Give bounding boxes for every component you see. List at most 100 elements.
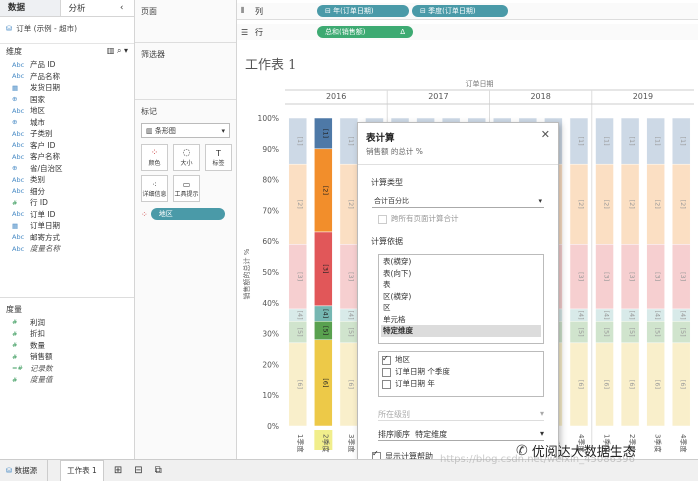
segment-label: [4]: [577, 311, 585, 320]
year-pill[interactable]: ⊟ 年(订单日期): [317, 5, 409, 17]
y-tick-label: 50%: [262, 268, 279, 277]
sales-pill[interactable]: 总和(销售额) Δ: [317, 26, 413, 38]
size-button[interactable]: ◌ 大小: [173, 144, 200, 171]
segment-label: [2]: [296, 200, 304, 209]
compute-option[interactable]: 表: [381, 279, 541, 291]
dim-field[interactable]: Abc 产品 ID: [0, 59, 134, 71]
dim-field[interactable]: Abc 子类别: [0, 128, 134, 140]
dim-field[interactable]: Abc 订单 ID: [0, 209, 134, 221]
dim-field[interactable]: Abc 细分: [0, 186, 134, 198]
dim-field[interactable]: Abc 类别: [0, 174, 134, 186]
meas-field[interactable]: # 销售额: [0, 351, 134, 363]
dim-field[interactable]: # 行 ID: [0, 197, 134, 209]
dim-field[interactable]: Abc 邮寄方式: [0, 232, 134, 244]
compute-option[interactable]: 特定维度: [381, 325, 541, 337]
dimension-checkbox[interactable]: [382, 367, 391, 377]
segment-label: [6]: [347, 380, 355, 389]
segment-label: [3]: [679, 272, 687, 281]
segment-label: [6]: [296, 380, 304, 389]
collapse-icon[interactable]: ‹: [120, 3, 134, 13]
dimension-option[interactable]: 订单日期 个季度: [382, 366, 540, 378]
dim-field[interactable]: ⊕ 城市: [0, 117, 134, 129]
meas-field[interactable]: =# 记录数: [0, 363, 134, 375]
dim-field-label: 省/自治区: [30, 163, 63, 173]
tab-analysis[interactable]: 分析: [61, 2, 121, 14]
calc-type-dropdown[interactable]: 合计百分比 ▾: [372, 194, 544, 208]
dim-field[interactable]: ⊕ 国家: [0, 94, 134, 106]
segment-label: [3]: [296, 272, 304, 281]
dim-field[interactable]: ▦ 订单日期: [0, 220, 134, 232]
meas-field[interactable]: # 数量: [0, 340, 134, 352]
rows-shelf[interactable]: ☰ 行 总和(销售额) Δ: [237, 24, 698, 41]
quarter-pill[interactable]: ⊟ 季度(订单日期): [412, 5, 508, 17]
dim-field-label: 产品名称: [30, 71, 60, 81]
new-sheet-icon[interactable]: ⊞: [114, 465, 122, 476]
region-pill[interactable]: 地区: [150, 208, 225, 220]
sort-dropdown[interactable]: 排序顺序 特定维度 ▾: [378, 429, 544, 441]
label-button[interactable]: T 标签: [205, 144, 232, 171]
compute-option[interactable]: 单元格: [381, 314, 541, 326]
compute-option[interactable]: 区(横穿): [381, 291, 541, 303]
segment-label: [3]: [603, 272, 611, 281]
dim-field-label: 类别: [30, 175, 45, 185]
dim-field[interactable]: ▦ 发货日期: [0, 82, 134, 94]
detail-button[interactable]: ⁖ 详细信息: [141, 175, 168, 202]
across-pages-option[interactable]: 跨所有页面计算合计: [378, 213, 558, 224]
globe-icon: ⊕: [12, 118, 18, 127]
segment-label: [6]: [679, 380, 687, 389]
dimension-list: Abc 产品 ID Abc 产品名称 ▦ 发货日期 ⊕ 国家 Abc 地区 ⊕ 城市 Abc 子类别 Abc…: [0, 59, 134, 255]
segment-label: [2]: [577, 200, 585, 209]
tooltip-button[interactable]: ▭ 工具提示: [173, 175, 200, 202]
color-button[interactable]: ⁘ 颜色: [141, 144, 168, 171]
compute-option[interactable]: 表(横穿): [381, 256, 541, 268]
meas-field[interactable]: # 折扣: [0, 328, 134, 340]
meas-field[interactable]: # 利润: [0, 317, 134, 329]
dimension-checkbox[interactable]: [382, 353, 391, 365]
number-icon: #: [12, 318, 18, 327]
dimension-checkbox[interactable]: [382, 379, 391, 389]
datasource-item[interactable]: ⛁ 订单 (示例 - 超市): [0, 17, 134, 40]
dimension-option[interactable]: 订单日期 年: [382, 378, 540, 390]
compute-option[interactable]: 表(向下): [381, 268, 541, 280]
calc-type-value: 合计百分比: [374, 196, 409, 205]
across-pages-checkbox[interactable]: [378, 214, 387, 224]
segment-label: [1]: [347, 136, 355, 145]
mark-type-dropdown[interactable]: ▥ 条形图 ▾: [141, 123, 230, 138]
segment-label: [6]: [577, 380, 585, 389]
dim-field[interactable]: Abc 客户 ID: [0, 140, 134, 152]
segment-label: [5]: [603, 327, 611, 336]
segment-label: [2]: [654, 200, 662, 209]
columns-shelf[interactable]: ⦀ 列 ⊟ 年(订单日期) ⊟ 季度(订单日期): [237, 3, 698, 20]
new-dashboard-icon[interactable]: ⊟: [134, 465, 142, 476]
dim-field[interactable]: Abc 度量名称: [0, 243, 134, 255]
meas-field[interactable]: # 度量值: [0, 374, 134, 386]
compute-option[interactable]: 区: [381, 302, 541, 314]
label-label: 标签: [212, 159, 225, 167]
string-icon: Abc: [12, 60, 25, 69]
y-tick-label: 60%: [262, 237, 279, 246]
search-icon[interactable]: ▥ ⌕ ▾: [107, 46, 128, 57]
dim-field[interactable]: Abc 地区: [0, 105, 134, 117]
dim-field[interactable]: Abc 客户名称: [0, 151, 134, 163]
meas-field-label: 销售额: [30, 352, 53, 362]
dim-field-label: 订单 ID: [30, 209, 56, 219]
sheet-tab[interactable]: 工作表 1: [60, 460, 104, 481]
tab-data[interactable]: 数据: [0, 0, 61, 16]
compute-using-list[interactable]: 表(横穿) 表(向下) 表区(横穿) 区单元格 特定维度: [378, 254, 544, 344]
columns-label: 列: [255, 6, 263, 16]
dimension-option-label: 订单日期 个季度: [395, 367, 450, 376]
globe-icon: ⊕: [12, 95, 18, 104]
level-dropdown[interactable]: 所在级别 ▾: [378, 409, 544, 421]
new-story-icon[interactable]: ⧉: [155, 465, 162, 476]
number-icon: #: [12, 341, 18, 350]
datasource-name: 订单 (示例 - 超市): [16, 24, 78, 33]
dim-field[interactable]: ⊕ 省/自治区: [0, 163, 134, 175]
close-icon[interactable]: ✕: [541, 129, 550, 144]
dim-field[interactable]: Abc 产品名称: [0, 71, 134, 83]
dim-field-label: 订单日期: [30, 221, 60, 231]
meas-field-label: 度量值: [30, 375, 53, 385]
dimension-option[interactable]: 地区: [382, 353, 540, 366]
meas-field-label: 数量: [30, 340, 45, 350]
dimension-checklist[interactable]: 地区订单日期 个季度订单日期 年: [378, 351, 544, 397]
datasource-tab[interactable]: ⛁ 数据源: [0, 460, 49, 481]
